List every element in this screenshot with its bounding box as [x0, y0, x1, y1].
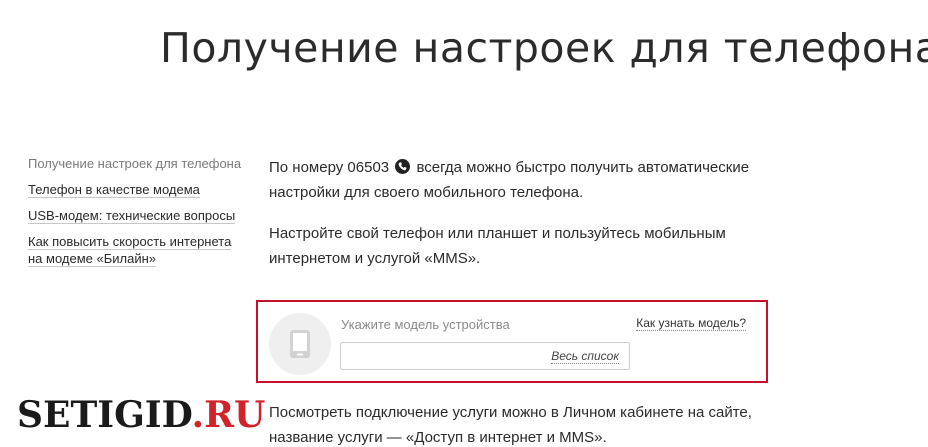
device-illustration	[269, 313, 331, 375]
intro-paragraph: По номеру 06503 всегда можно быстро полу…	[269, 155, 789, 205]
sidebar-item-label-line1[interactable]: Как повысить скорость интернета	[28, 234, 232, 250]
setup-paragraph: Настройте свой телефон или планшет и пол…	[269, 221, 789, 271]
site-watermark: SETIGID.RU	[17, 393, 265, 437]
phone-icon	[395, 159, 411, 174]
sidebar-item-label[interactable]: Телефон в качестве модема	[28, 182, 200, 198]
main-content: По номеру 06503 всегда можно быстро полу…	[269, 155, 789, 287]
bottom-paragraph: Посмотреть подключение услуги можно в Ли…	[269, 400, 829, 447]
sidebar-item-label[interactable]: USB-модем: технические вопросы	[28, 208, 236, 224]
intro-text-end: всегда можно быстро получить автоматичес…	[416, 159, 750, 176]
device-model-field[interactable]: Весь список	[340, 342, 630, 370]
watermark-accent-text: .RU	[191, 394, 266, 436]
sidebar-item-label-line2[interactable]: на модеме «Билайн»	[28, 251, 157, 267]
sidebar-item-phone-settings: Получение настроек для телефона	[28, 155, 248, 172]
intro-text-line2: настройки для своего мобильного телефона…	[269, 184, 584, 201]
page-title: Получение настроек для телефона	[160, 24, 928, 72]
sidebar-item-usb-modem[interactable]: USB-модем: технические вопросы	[28, 207, 248, 224]
bottom-text-line1: Посмотреть подключение услуги можно в Ли…	[269, 404, 752, 421]
full-list-link[interactable]: Весь список	[551, 349, 619, 364]
watermark-main-text: SETIGID	[17, 394, 192, 436]
sidebar-item-speed-up[interactable]: Как повысить скорость интернета на модем…	[28, 233, 248, 267]
intro-text-start: По номеру 06503	[269, 159, 390, 176]
how-to-find-model-link[interactable]: Как узнать модель?	[636, 316, 746, 331]
bottom-text-line2: название услуги — «Доступ в интернет и M…	[269, 429, 607, 446]
page: Получение настроек для телефона Получени…	[0, 0, 928, 447]
sidebar-item-phone-as-modem[interactable]: Телефон в качестве модема	[28, 181, 248, 198]
setup-text-line1: Настройте свой телефон или планшет и пол…	[269, 225, 726, 242]
device-chooser: Укажите модель устройства Как узнать мод…	[256, 300, 768, 383]
sidebar-nav: Получение настроек для телефона Телефон …	[28, 155, 248, 276]
smartphone-icon	[290, 330, 310, 358]
sidebar-item-label: Получение настроек для телефона	[28, 156, 242, 171]
device-model-label: Укажите модель устройства	[341, 317, 510, 332]
setup-text-line2: интернетом и услугой «MMS».	[269, 250, 481, 267]
device-model-input[interactable]	[347, 344, 541, 370]
